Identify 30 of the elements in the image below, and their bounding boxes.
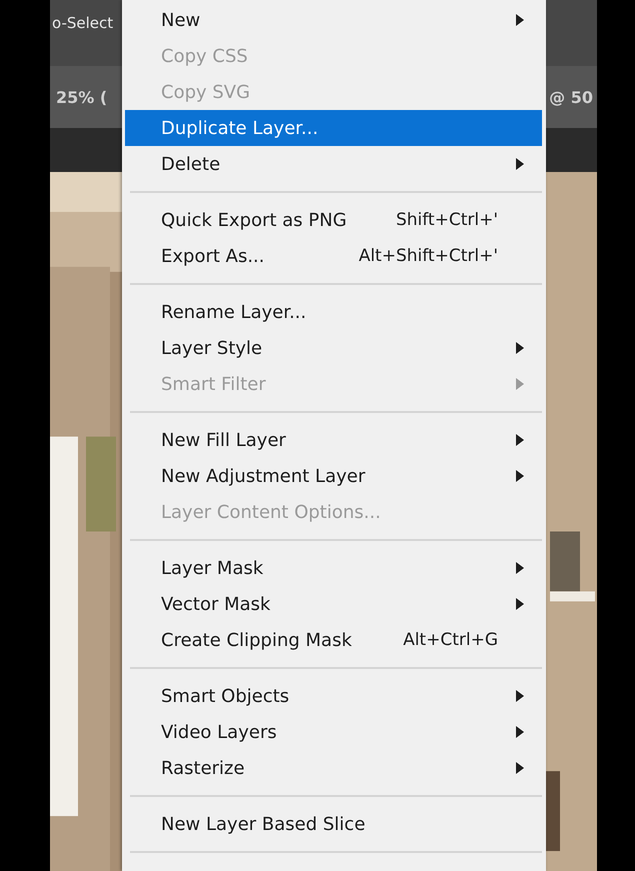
menu-item[interactable]: Layer Style (125, 330, 542, 366)
menu-item[interactable]: New Layer Based Slice (125, 806, 542, 842)
submenu-arrow-icon (516, 158, 524, 170)
menu-item[interactable]: Video Layers (125, 714, 542, 750)
submenu-arrow-icon (516, 598, 524, 610)
menu-item[interactable]: Rasterize (125, 750, 542, 786)
submenu-arrow-icon (516, 434, 524, 446)
submenu-arrow-icon (516, 14, 524, 26)
submenu-arrow-icon (516, 690, 524, 702)
menu-item[interactable]: Quick Export as PNG Shift+Ctrl+' (125, 202, 542, 238)
menu-item[interactable]: Duplicate Layer... (125, 110, 542, 146)
submenu-arrow-icon (516, 342, 524, 354)
submenu-arrow-icon (516, 762, 524, 774)
menu-item[interactable]: Export As... Alt+Shift+Ctrl+' (125, 238, 542, 274)
toolbar-label: o-Select (52, 14, 114, 32)
submenu-arrow-icon (516, 470, 524, 482)
menu-item[interactable]: New Fill Layer (125, 422, 542, 458)
submenu-arrow-icon (516, 378, 524, 390)
menu-item[interactable]: New Adjustment Layer (125, 458, 542, 494)
submenu-arrow-icon (516, 726, 524, 738)
menu-item[interactable]: Vector Mask (125, 586, 542, 622)
menu-item[interactable]: Create Clipping Mask Alt+Ctrl+G (125, 622, 542, 658)
menu-item[interactable]: Delete (125, 146, 542, 182)
menu-item[interactable]: New (125, 2, 542, 38)
menu-item[interactable]: Layer Mask (125, 550, 542, 586)
document-tab[interactable]: 25% ( (50, 88, 112, 106)
document-tab[interactable]: @ 50 (543, 88, 597, 106)
menu-item[interactable]: Rename Layer... (125, 294, 542, 330)
submenu-arrow-icon (516, 562, 524, 574)
menu-item[interactable]: Smart Objects (125, 678, 542, 714)
